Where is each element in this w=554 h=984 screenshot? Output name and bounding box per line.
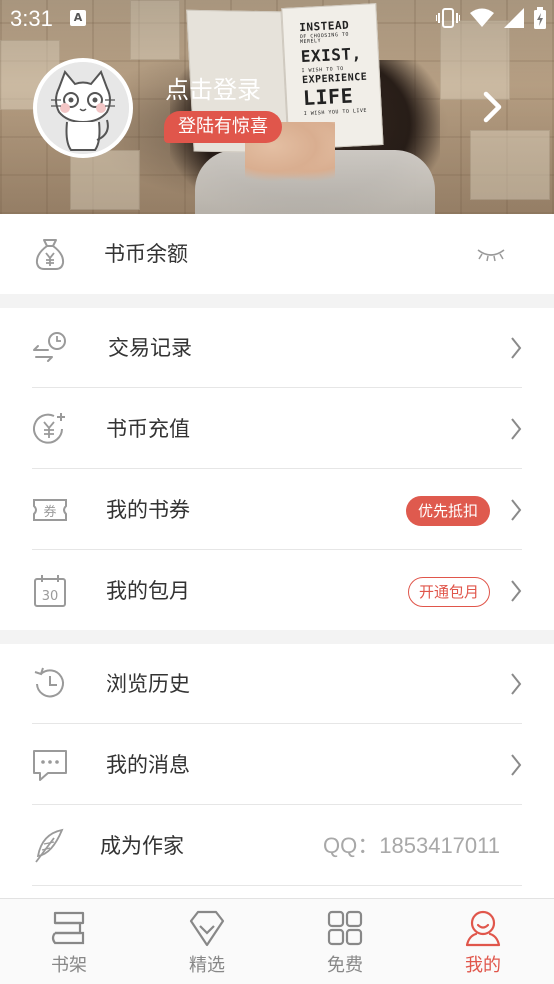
- other-menu-section: 浏览历史 我的消息 成为作家 QQ：1853417011: [0, 644, 554, 898]
- status-time: 3:31: [10, 6, 53, 31]
- login-title[interactable]: 点击登录: [165, 70, 261, 105]
- avatar[interactable]: [33, 58, 133, 158]
- coupon-icon: 券: [33, 499, 67, 521]
- menu-item-transactions[interactable]: 交易记录: [0, 308, 554, 388]
- login-bonus-badge[interactable]: 登陆有惊喜: [164, 111, 282, 143]
- balance-section: 书币余额: [0, 214, 554, 294]
- chevron-right-icon: [511, 580, 522, 602]
- profile-header[interactable]: INSTEAD OF CHOOSING TO MERELY EXIST, I W…: [0, 0, 554, 214]
- menu-item-label: 我的消息: [106, 753, 190, 777]
- tab-featured[interactable]: 精选: [138, 899, 276, 984]
- menu-item-coupons[interactable]: 券 我的书券 优先抵扣: [0, 470, 554, 550]
- svg-text:券: 券: [43, 504, 56, 520]
- bookshelf-icon: [51, 911, 85, 945]
- menu-item-become-writer[interactable]: 成为作家 QQ：1853417011: [0, 806, 554, 886]
- chevron-right-icon: [511, 754, 522, 776]
- menu-item-recharge[interactable]: 书币充值: [0, 389, 554, 469]
- menu-item-label: 浏览历史: [106, 672, 190, 696]
- qq-contact: QQ：1853417011: [323, 833, 500, 858]
- chevron-right-icon: [511, 673, 522, 695]
- tab-label: 书架: [51, 955, 87, 976]
- transaction-clock-icon: [33, 332, 66, 362]
- divider: [32, 468, 522, 469]
- signal-icon: [504, 8, 524, 28]
- profile-icon: [465, 910, 501, 947]
- divider: [32, 885, 522, 886]
- tab-label: 精选: [189, 955, 225, 976]
- menu-item-subscription[interactable]: 30 我的包月 开通包月: [0, 551, 554, 631]
- tab-label: 免费: [327, 955, 363, 976]
- book-text: I WISH YOU TO LIVE: [303, 107, 368, 118]
- account-menu-section: 交易记录 书币充值 券 我的书券 优先抵扣 30 我的包月 开通包月: [0, 308, 554, 630]
- recharge-coin-icon: [33, 413, 65, 444]
- battery-icon: [534, 7, 546, 29]
- message-icon: [33, 750, 67, 781]
- chevron-right-icon: [511, 337, 522, 359]
- menu-item-history[interactable]: 浏览历史: [0, 644, 554, 724]
- priority-deduct-badge: 优先抵扣: [405, 496, 490, 526]
- menu-item-label: 我的书券: [106, 498, 190, 522]
- divider: [32, 549, 522, 550]
- money-bag-icon: [35, 239, 65, 270]
- divider: [32, 804, 522, 805]
- chevron-right-icon[interactable]: [482, 90, 504, 124]
- chevron-right-icon: [511, 418, 522, 440]
- svg-text:30: 30: [42, 589, 59, 604]
- wifi-icon: [470, 8, 494, 27]
- bottom-tab-bar: 书架 精选 免费 我的: [0, 898, 554, 984]
- menu-item-label: 我的包月: [106, 579, 190, 603]
- tab-label: 我的: [465, 955, 501, 976]
- diamond-icon: [189, 910, 225, 947]
- chevron-right-icon: [511, 499, 522, 521]
- book-text: EXIST,: [300, 43, 363, 67]
- menu-item-label: 成为作家: [100, 834, 184, 858]
- balance-label: 书币余额: [104, 242, 188, 266]
- status-bar: 3:31 A: [0, 0, 554, 36]
- menu-item-messages[interactable]: 我的消息: [0, 725, 554, 805]
- menu-item-label: 书币充值: [106, 417, 190, 441]
- history-icon: [34, 667, 64, 698]
- background-paper: [470, 130, 550, 200]
- tab-mine[interactable]: 我的: [414, 899, 552, 984]
- tab-bookshelf[interactable]: 书架: [0, 899, 138, 984]
- feather-icon: [35, 828, 64, 863]
- divider: [32, 723, 522, 724]
- calendar-30-icon: 30: [34, 575, 66, 607]
- menu-item-label: 交易记录: [108, 336, 192, 360]
- grid-icon: [327, 910, 363, 946]
- eye-closed-icon[interactable]: [476, 246, 506, 262]
- tab-free[interactable]: 免费: [276, 899, 414, 984]
- vibrate-icon: [436, 8, 460, 28]
- background-paper: [70, 150, 140, 210]
- open-subscription-badge[interactable]: 开通包月: [407, 577, 490, 607]
- notification-icon: A: [70, 10, 86, 26]
- divider: [32, 387, 522, 388]
- book-text: LIFE: [302, 83, 354, 111]
- balance-row[interactable]: 书币余额: [0, 214, 554, 294]
- cat-avatar-icon: [37, 62, 129, 154]
